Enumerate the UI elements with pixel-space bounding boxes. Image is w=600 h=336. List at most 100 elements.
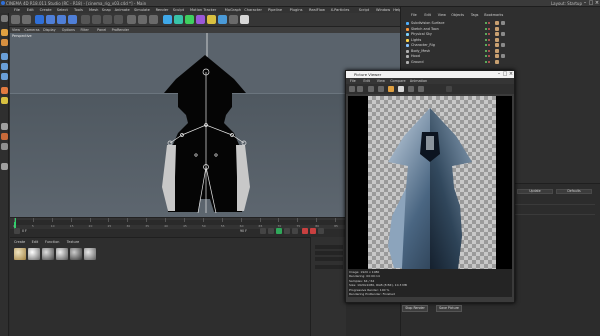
pv-zoom-icon[interactable] — [378, 86, 384, 92]
visibility-render-icon[interactable] — [488, 44, 490, 46]
menu-item[interactable]: Script — [359, 8, 369, 12]
pv-stop-icon[interactable] — [357, 86, 363, 92]
coordinate-system-icon[interactable] — [114, 15, 123, 24]
menu-item[interactable]: Render — [156, 8, 169, 12]
move-tool-icon[interactable] — [46, 15, 55, 24]
previous-frame-icon[interactable] — [268, 228, 274, 234]
render-to-picture-viewer-icon[interactable] — [138, 15, 147, 24]
perspective-viewport[interactable]: View Cameras Display Options Filter Panel ProR… — [10, 27, 400, 217]
x-axis-icon[interactable] — [81, 15, 90, 24]
material-swatch[interactable] — [84, 248, 96, 260]
tag-icon[interactable] — [495, 59, 499, 64]
tag-icon[interactable] — [501, 32, 505, 36]
defaults-button[interactable]: Defaults — [556, 189, 592, 194]
visibility-editor-icon[interactable] — [485, 44, 487, 46]
menu-item[interactable]: Character — [244, 8, 262, 12]
visibility-render-icon[interactable] — [488, 22, 490, 24]
tag-icon[interactable] — [495, 32, 499, 36]
locked-workplane-icon[interactable] — [1, 133, 8, 140]
material-swatch[interactable] — [56, 248, 68, 260]
object-row[interactable]: Body_Mesh — [403, 48, 599, 54]
current-frame[interactable]: 0 F — [22, 229, 27, 233]
pv-menu-item[interactable]: Animation — [410, 79, 427, 83]
model-mode-icon[interactable] — [1, 29, 8, 36]
menu-item[interactable]: Simulate — [134, 8, 150, 12]
pv-filter-icon[interactable] — [418, 86, 424, 92]
pv-menu-item[interactable]: Edit — [363, 79, 370, 83]
next-key-icon[interactable] — [292, 228, 298, 234]
menu-item[interactable]: RealFlow — [309, 8, 325, 12]
pv-lock-icon[interactable] — [388, 86, 394, 92]
visibility-editor-icon[interactable] — [485, 22, 487, 24]
tag-icon[interactable] — [501, 21, 505, 25]
picture-viewer-titlebar[interactable]: Picture Viewer – □ × — [346, 71, 514, 78]
visibility-render-icon[interactable] — [488, 33, 490, 35]
axis-mode-icon[interactable] — [1, 87, 8, 94]
object-menu-item[interactable]: Bookmarks — [484, 13, 503, 17]
menu-item[interactable]: Sculpt — [173, 8, 184, 12]
visibility-render-icon[interactable] — [488, 27, 490, 30]
tag-icon[interactable] — [501, 43, 505, 47]
material-menu-item[interactable]: Edit — [32, 240, 39, 244]
next-frame-icon[interactable] — [284, 228, 290, 234]
material-menu-item[interactable]: Create — [14, 240, 25, 244]
character-rig[interactable] — [10, 27, 400, 217]
object-menu-item[interactable]: Objects — [451, 13, 464, 17]
visibility-render-icon[interactable] — [488, 60, 490, 63]
previous-key-icon[interactable] — [260, 228, 266, 234]
visibility-editor-icon[interactable] — [485, 27, 487, 30]
close-button[interactable]: × — [594, 0, 600, 7]
pv-zoom-field[interactable] — [446, 86, 452, 92]
cube-icon[interactable] — [163, 15, 172, 24]
object-row[interactable]: Physical Sky — [403, 32, 599, 37]
menu-item[interactable]: Window — [376, 8, 390, 12]
menu-item[interactable]: Pipeline — [268, 8, 282, 12]
tag-icon[interactable] — [495, 48, 499, 53]
visibility-editor-icon[interactable] — [485, 55, 487, 57]
edges-mode-icon[interactable] — [1, 63, 8, 70]
menu-item[interactable]: File — [14, 8, 20, 12]
material-swatch[interactable] — [28, 248, 40, 260]
menu-item[interactable]: Create — [40, 8, 52, 12]
menu-item[interactable]: Select — [57, 8, 68, 12]
coord-field[interactable] — [315, 245, 343, 249]
select-tool-icon[interactable] — [35, 15, 44, 24]
pv-channel-icon[interactable] — [408, 86, 414, 92]
pv-menu-item[interactable]: View — [377, 79, 385, 83]
menu-item[interactable]: Edit — [27, 8, 34, 12]
tag-icon[interactable] — [495, 26, 499, 31]
menu-item[interactable]: MoGraph — [225, 8, 241, 12]
visibility-editor-icon[interactable] — [485, 33, 487, 35]
stop-render-button[interactable]: Stop Render — [402, 305, 428, 312]
snap-icon[interactable] — [1, 97, 8, 104]
render-settings-icon[interactable] — [149, 15, 158, 24]
visibility-render-icon[interactable] — [488, 49, 490, 52]
redo-icon[interactable] — [22, 15, 31, 24]
animation-timeline[interactable]: 051015202530354045505560657075808590 — [10, 217, 400, 230]
tag-icon[interactable] — [495, 37, 499, 42]
object-row[interactable]: Sketch and Toon — [403, 26, 599, 32]
visibility-editor-icon[interactable] — [485, 38, 487, 41]
menu-item[interactable]: Animate — [115, 8, 130, 12]
visibility-render-icon[interactable] — [488, 55, 490, 57]
record-icon[interactable] — [302, 228, 308, 234]
pen-icon[interactable] — [174, 15, 183, 24]
pv-close-button[interactable]: × — [508, 71, 514, 78]
coord-field[interactable] — [315, 265, 343, 269]
deformer-icon[interactable] — [207, 15, 216, 24]
object-menu-item[interactable]: View — [438, 13, 446, 17]
object-row[interactable]: Ground — [403, 59, 599, 65]
solo-icon[interactable] — [1, 143, 8, 150]
make-editable-icon[interactable] — [1, 15, 8, 22]
pv-menu-item[interactable]: Compare — [390, 79, 405, 83]
z-axis-icon[interactable] — [103, 15, 112, 24]
array-icon[interactable] — [196, 15, 205, 24]
object-menu-item[interactable]: Edit — [424, 13, 431, 17]
coord-field[interactable] — [315, 251, 343, 255]
pv-save-icon[interactable] — [368, 86, 374, 92]
subdivision-icon[interactable] — [185, 15, 194, 24]
texture-mode-icon[interactable] — [1, 39, 8, 46]
light-icon[interactable] — [240, 15, 249, 24]
play-icon[interactable] — [276, 228, 282, 234]
rotate-tool-icon[interactable] — [68, 15, 77, 24]
